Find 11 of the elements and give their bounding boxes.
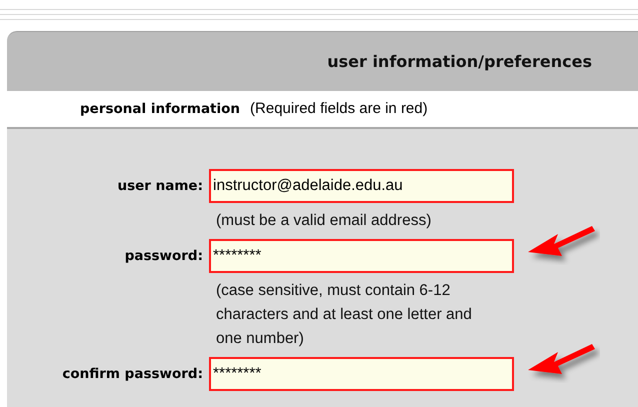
section-title: personal information [80,100,240,119]
section-note: (Required fields are in red) [250,98,428,119]
input-field[interactable]: ******** [209,357,514,391]
field-hint: (case sensitive, must contain 6-12 characters and at least one letter and one number) [216,281,473,349]
field-hint: (must be a valid email address) [216,211,432,231]
input-field[interactable]: instructor@adelaide.edu.au [209,169,514,203]
field-label: confirm password: [61,364,204,384]
field-label: user name: [116,176,204,196]
input-field[interactable]: ******** [209,239,514,273]
panel-title: user information/preferences [327,50,592,72]
field-label: password: [124,246,204,266]
